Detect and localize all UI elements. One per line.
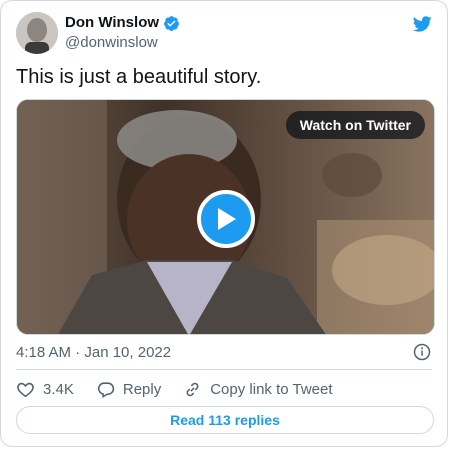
tweet-card: Don Winslow @donwinslow This is just a b… xyxy=(0,0,448,447)
twitter-bird-icon[interactable] xyxy=(411,14,433,34)
copy-link-label: Copy link to Tweet xyxy=(210,380,333,398)
divider xyxy=(16,369,432,370)
tweet-actions: 3.4K Reply Copy link to Tweet xyxy=(16,379,355,399)
reply-button[interactable]: Reply xyxy=(96,380,161,399)
like-button[interactable]: 3.4K xyxy=(16,380,74,399)
verified-badge-icon xyxy=(164,15,179,31)
author-handle[interactable]: @donwinslow xyxy=(65,34,158,52)
copy-link-button[interactable]: Copy link to Tweet xyxy=(183,380,333,399)
reply-icon xyxy=(97,381,114,398)
avatar[interactable] xyxy=(16,12,58,54)
author-name[interactable]: Don Winslow xyxy=(65,14,159,32)
tweet-timestamp[interactable]: 4:18 AM · Jan 10, 2022 xyxy=(16,343,171,363)
watch-on-twitter-button[interactable]: Watch on Twitter xyxy=(285,111,425,139)
heart-icon xyxy=(17,382,34,397)
info-icon[interactable] xyxy=(413,343,431,361)
tweet-text: This is just a beautiful story. xyxy=(16,66,262,88)
author-name-row[interactable]: Don Winslow xyxy=(65,14,180,32)
read-replies-button[interactable]: Read 113 replies xyxy=(16,406,434,434)
play-button[interactable] xyxy=(197,190,255,248)
reply-label: Reply xyxy=(122,380,162,398)
video-player[interactable]: Watch on Twitter xyxy=(16,99,435,335)
play-icon xyxy=(218,208,236,230)
like-count: 3.4K xyxy=(43,380,74,398)
link-icon xyxy=(186,382,199,396)
